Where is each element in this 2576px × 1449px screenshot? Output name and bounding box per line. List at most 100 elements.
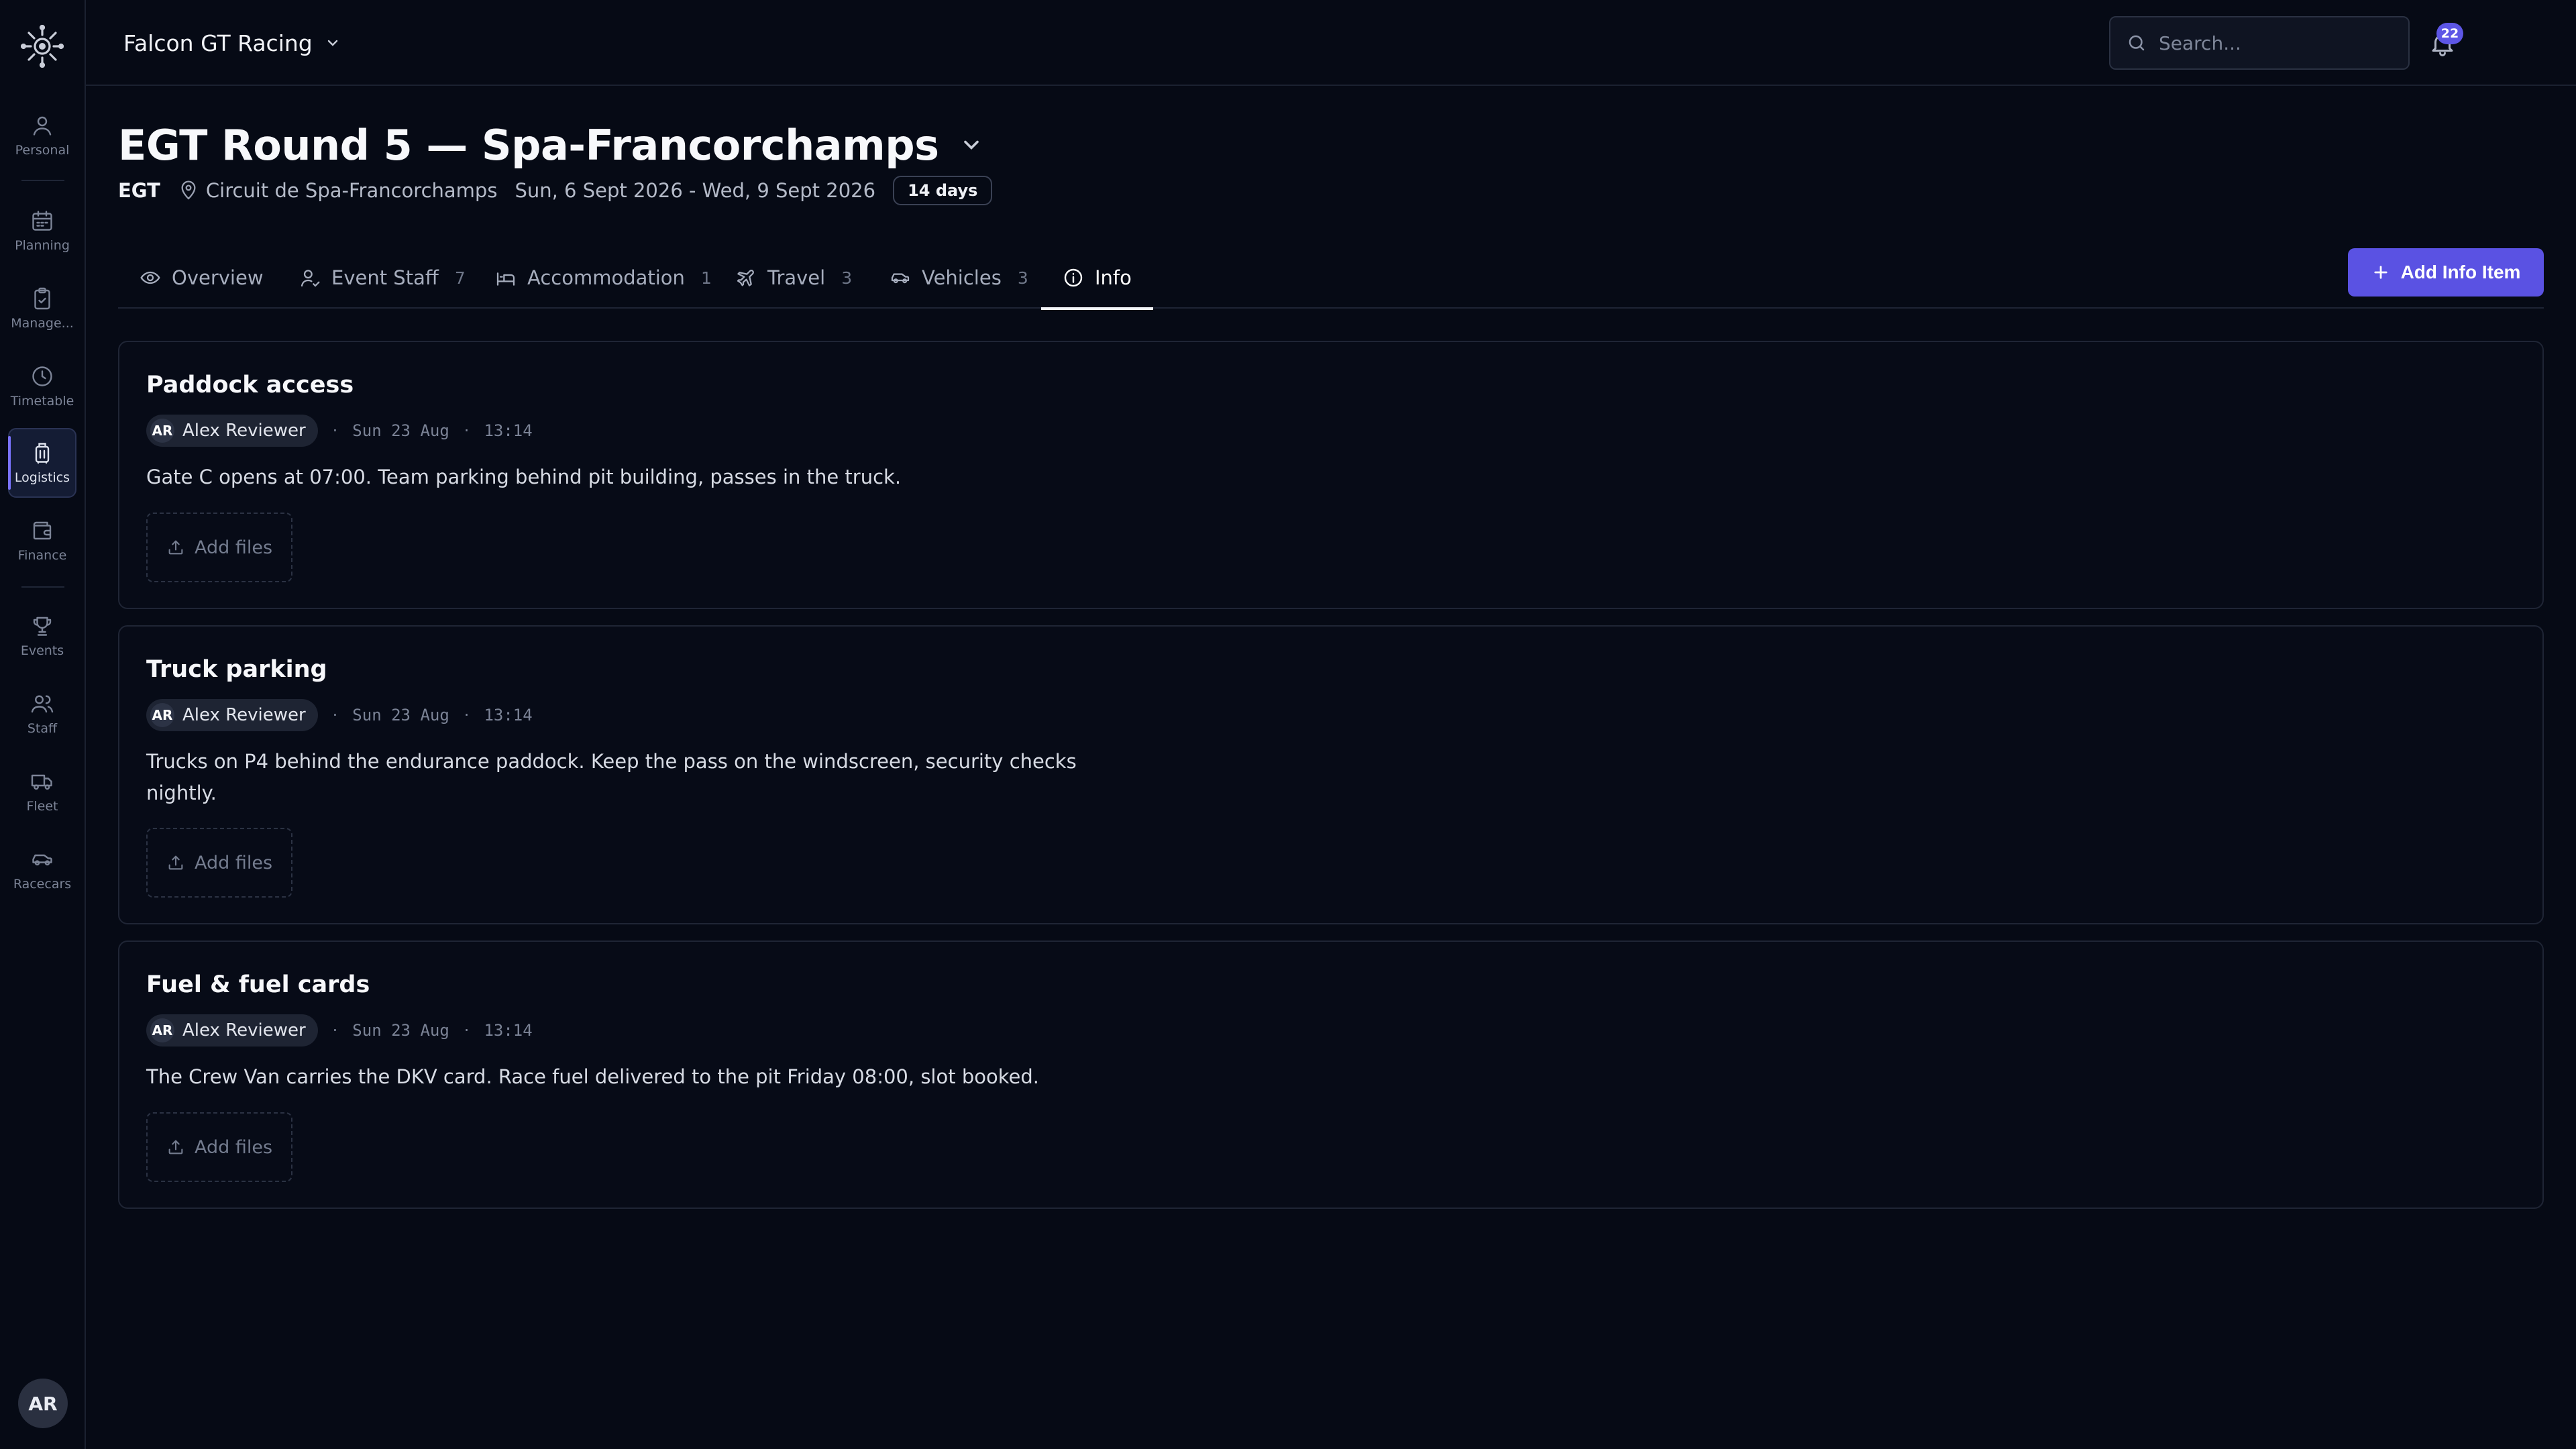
truck-icon [30, 769, 54, 794]
nav-item-events[interactable]: Events [8, 601, 76, 671]
nav-label: Racecars [13, 877, 72, 892]
user-check-icon [299, 267, 321, 288]
wallet-icon [30, 519, 54, 543]
separator-dot: · [464, 421, 470, 440]
upload-icon [166, 1138, 185, 1157]
page-title: EGT Round 5 — Spa-Francorchamps [118, 120, 939, 170]
info-date: Sun 23 Aug [352, 421, 449, 440]
info-card-body: Trucks on P4 behind the endurance paddoc… [146, 750, 1077, 804]
tab-count: 3 [1017, 268, 1028, 288]
car-icon [890, 267, 911, 288]
nav-label: Timetable [10, 394, 74, 409]
nav-item-staff[interactable]: Staff [8, 679, 76, 749]
info-date: Sun 23 Aug [352, 1021, 449, 1040]
nav-label: Fleet [26, 799, 58, 814]
author-name: Alex Reviewer [182, 421, 306, 441]
clipboard-icon [30, 286, 54, 311]
separator-dot: · [332, 1021, 338, 1040]
team-name: Falcon GT Racing [123, 30, 313, 56]
info-card-title: Truck parking [146, 656, 327, 683]
nav-item-racecars[interactable]: Racecars [8, 835, 76, 904]
tab-bar: Overview Event Staff 7 Accommodation 1 T… [118, 247, 2544, 310]
tab-info[interactable]: Info [1041, 247, 1153, 310]
nav-item-timetable[interactable]: Timetable [8, 352, 76, 421]
info-time: 13:14 [484, 421, 533, 440]
add-files-label: Add files [194, 1136, 273, 1158]
search-box[interactable] [2109, 16, 2410, 70]
info-time: 13:14 [484, 1021, 533, 1040]
plus-icon [2371, 263, 2390, 282]
nav-label: Manage... [11, 316, 74, 331]
tab-accommodation[interactable]: Accommodation 1 [495, 247, 712, 309]
info-card-title: Fuel & fuel cards [146, 971, 370, 998]
chevron-down-icon [325, 35, 341, 51]
info-card-byline: AR Alex Reviewer · Sun 23 Aug · 13:14 [146, 699, 533, 731]
tab-label: Event Staff [331, 266, 439, 289]
tab-label: Overview [172, 266, 264, 289]
add-info-item-button[interactable]: Add Info Item [2348, 248, 2544, 297]
info-date: Sun 23 Aug [352, 706, 449, 724]
tab-travel[interactable]: Travel 3 [735, 247, 852, 309]
add-files-button[interactable]: Add files [146, 828, 292, 898]
nav-label: Events [20, 643, 64, 658]
chevron-down-icon [959, 133, 983, 157]
event-series: EGT [118, 179, 160, 202]
nav-item-logistics[interactable]: Logistics [8, 428, 76, 498]
event-title-switcher[interactable]: EGT Round 5 — Spa-Francorchamps [118, 118, 983, 172]
add-files-button[interactable]: Add files [146, 1112, 292, 1182]
tab-count: 1 [700, 268, 712, 288]
info-icon [1063, 267, 1084, 288]
tab-vehicles[interactable]: Vehicles 3 [890, 247, 1028, 309]
tab-count: 3 [841, 268, 853, 288]
user-icon [30, 113, 54, 138]
app-logo-icon[interactable] [21, 25, 64, 68]
nav-item-finance[interactable]: Finance [8, 506, 76, 576]
event-meta: EGT Circuit de Spa-Francorchamps Sun, 6 … [118, 173, 993, 208]
tab-count: 7 [454, 268, 466, 288]
nav-label: Personal [15, 143, 70, 158]
car-icon [30, 847, 54, 871]
team-switcher[interactable]: Falcon GT Racing [123, 27, 341, 59]
nav-item-fleet[interactable]: Fleet [8, 757, 76, 826]
search-input[interactable] [2159, 32, 2400, 54]
duration-badge: 14 days [893, 176, 993, 205]
trophy-icon [30, 614, 54, 638]
nav-item-manage[interactable]: Manage... [8, 274, 76, 343]
info-time: 13:14 [484, 706, 533, 724]
tab-overview[interactable]: Overview [140, 247, 264, 309]
nav-label: Logistics [14, 470, 70, 485]
nav-item-personal[interactable]: Personal [8, 101, 76, 170]
author-chip[interactable]: AR Alex Reviewer [146, 699, 318, 731]
search-icon [2127, 33, 2147, 53]
separator-dot: · [464, 1021, 470, 1040]
user-avatar[interactable]: AR [18, 1379, 68, 1428]
author-name: Alex Reviewer [182, 705, 306, 725]
add-files-label: Add files [194, 537, 273, 558]
add-files-button[interactable]: Add files [146, 513, 292, 582]
sidebar: Personal Planning Manage... Timetable Lo… [0, 0, 86, 1449]
bed-icon [495, 267, 517, 288]
nav-label: Finance [17, 548, 67, 563]
map-pin-icon [178, 180, 199, 201]
tab-label: Accommodation [527, 266, 685, 289]
author-chip[interactable]: AR Alex Reviewer [146, 415, 318, 447]
tab-event-staff[interactable]: Event Staff 7 [299, 247, 466, 309]
separator-dot: · [464, 706, 470, 724]
author-chip[interactable]: AR Alex Reviewer [146, 1014, 318, 1046]
author-avatar: AR [150, 703, 174, 727]
nav-item-planning[interactable]: Planning [8, 196, 76, 266]
location-text: Circuit de Spa-Francorchamps [205, 179, 498, 202]
separator-dot: · [332, 421, 338, 440]
calendar-icon [30, 209, 54, 233]
nav-divider [21, 180, 64, 181]
info-card-title: Paddock access [146, 372, 354, 398]
nav-divider [21, 586, 64, 588]
separator-dot: · [332, 706, 338, 724]
tab-label: Vehicles [922, 266, 1002, 289]
luggage-icon [30, 441, 54, 465]
tab-label: Travel [767, 266, 826, 289]
add-info-item-label: Add Info Item [2400, 262, 2521, 282]
notification-count-badge: 22 [2436, 23, 2463, 44]
event-location: Circuit de Spa-Francorchamps [178, 179, 498, 202]
info-card-body: The Crew Van carries the DKV card. Race … [146, 1065, 1039, 1088]
